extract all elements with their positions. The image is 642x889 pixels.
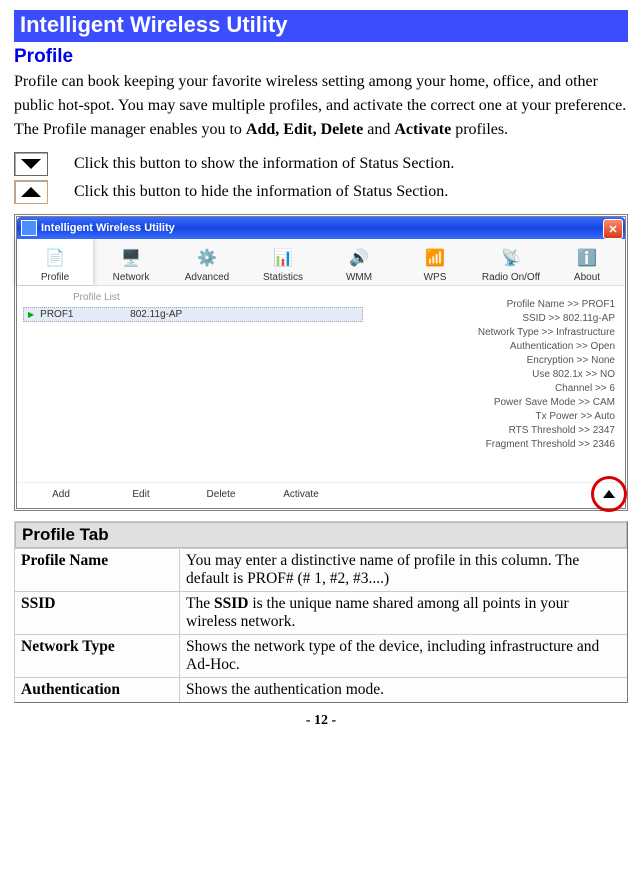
chevron-up-icon: [21, 187, 41, 197]
row-desc: The SSID is the unique name shared among…: [180, 592, 627, 634]
edit-button[interactable]: Edit: [101, 489, 181, 500]
tab-about[interactable]: ℹ️ About: [549, 239, 625, 285]
table-row: Authentication Shows the authentication …: [15, 677, 627, 702]
profile-row[interactable]: ▶ PROF1 802.11g-AP: [23, 307, 363, 322]
detail-power-save: Power Save Mode >> CAM: [373, 397, 615, 408]
detail-channel: Channel >> 6: [373, 383, 615, 394]
page-number: - 12 -: [14, 713, 628, 729]
expand-desc: Click this button to show the informatio…: [74, 155, 454, 173]
wmm-icon: 🔊: [321, 245, 397, 271]
intro-bold2: Activate: [394, 121, 451, 138]
tab-wps[interactable]: 📶 WPS: [397, 239, 473, 285]
advanced-icon: ⚙️: [169, 245, 245, 271]
row-label: SSID: [15, 592, 180, 634]
collapse-button[interactable]: [14, 180, 48, 204]
delete-button[interactable]: Delete: [181, 489, 261, 500]
expand-button[interactable]: [14, 152, 48, 176]
tab-profile[interactable]: 📄 Profile: [17, 239, 93, 285]
profile-ap-cell: 802.11g-AP: [130, 309, 182, 320]
detail-8021x: Use 802.1x >> NO: [373, 369, 615, 380]
detail-profile-name: Profile Name >> PROF1: [373, 299, 615, 310]
detail-ssid: SSID >> 802.11g-AP: [373, 313, 615, 324]
row-label: Profile Name: [15, 549, 180, 591]
row-label: Network Type: [15, 635, 180, 677]
close-icon: ✕: [608, 223, 617, 236]
title-bar: Intelligent Wireless Utility ✕: [17, 217, 625, 239]
tab-label: Profile: [41, 272, 69, 283]
intro-paragraph: Profile can book keeping your favorite w…: [14, 70, 628, 142]
collapse-desc: Click this button to hide the informatio…: [74, 183, 448, 201]
tab-advanced[interactable]: ⚙️ Advanced: [169, 239, 245, 285]
about-icon: ℹ️: [549, 245, 625, 271]
page-banner: Intelligent Wireless Utility: [14, 10, 628, 42]
detail-authentication: Authentication >> Open: [373, 341, 615, 352]
table-row: Network Type Shows the network type of t…: [15, 634, 627, 677]
tab-statistics[interactable]: 📊 Statistics: [245, 239, 321, 285]
add-button[interactable]: Add: [21, 489, 101, 500]
app-icon: [21, 220, 37, 236]
tab-label: Statistics: [263, 272, 303, 283]
profile-icon: 📄: [17, 245, 93, 271]
tab-label: Network: [113, 272, 150, 283]
section-heading: Profile: [14, 46, 628, 68]
row-desc-bold: SSID: [214, 595, 248, 612]
row-desc: Shows the network type of the device, in…: [180, 635, 627, 677]
detail-tx-power: Tx Power >> Auto: [373, 411, 615, 422]
tab-label: Radio On/Off: [482, 272, 540, 283]
wps-icon: 📶: [397, 245, 473, 271]
tab-label: WPS: [424, 272, 447, 283]
tab-label: Advanced: [185, 272, 229, 283]
action-bar: Add Edit Delete Activate: [17, 482, 625, 508]
profile-tab-table: Profile Tab Profile Name You may enter a…: [14, 521, 628, 703]
detail-fragment: Fragment Threshold >> 2346: [373, 439, 615, 450]
intro-mid: and: [363, 121, 394, 138]
profile-tab-header: Profile Tab: [15, 522, 627, 548]
row-desc: You may enter a distinctive name of prof…: [180, 549, 627, 591]
intro-post: profiles.: [451, 121, 508, 138]
profile-name-cell: PROF1: [40, 309, 130, 320]
active-marker-icon: ▶: [28, 310, 34, 319]
app-window: Intelligent Wireless Utility ✕ 📄 Profile…: [14, 214, 628, 511]
activate-button[interactable]: Activate: [261, 489, 341, 500]
tab-label: WMM: [346, 272, 372, 283]
close-button[interactable]: ✕: [603, 219, 623, 239]
row-label: Authentication: [15, 678, 180, 702]
toolbar: 📄 Profile 🖥️ Network ⚙️ Advanced 📊 Stati…: [17, 239, 625, 286]
tab-wmm[interactable]: 🔊 WMM: [321, 239, 397, 285]
tab-radio[interactable]: 📡 Radio On/Off: [473, 239, 549, 285]
network-icon: 🖥️: [93, 245, 169, 271]
detail-rts: RTS Threshold >> 2347: [373, 425, 615, 436]
chevron-down-icon: [21, 159, 41, 169]
profile-details: Profile Name >> PROF1 SSID >> 802.11g-AP…: [369, 286, 625, 482]
tab-network[interactable]: 🖥️ Network: [93, 239, 169, 285]
radio-icon: 📡: [473, 245, 549, 271]
profile-list-panel: Profile List ▶ PROF1 802.11g-AP: [17, 286, 369, 482]
row-desc-pre: The: [186, 595, 214, 612]
window-title: Intelligent Wireless Utility: [41, 222, 175, 234]
statistics-icon: 📊: [245, 245, 321, 271]
tab-label: About: [574, 272, 600, 283]
detail-encryption: Encryption >> None: [373, 355, 615, 366]
table-row: Profile Name You may enter a distinctive…: [15, 548, 627, 591]
detail-network-type: Network Type >> Infrastructure: [373, 327, 615, 338]
row-desc: Shows the authentication mode.: [180, 678, 627, 702]
profile-list-header: Profile List: [73, 292, 363, 303]
intro-bold1: Add, Edit, Delete: [246, 121, 363, 138]
table-row: SSID The SSID is the unique name shared …: [15, 591, 627, 634]
